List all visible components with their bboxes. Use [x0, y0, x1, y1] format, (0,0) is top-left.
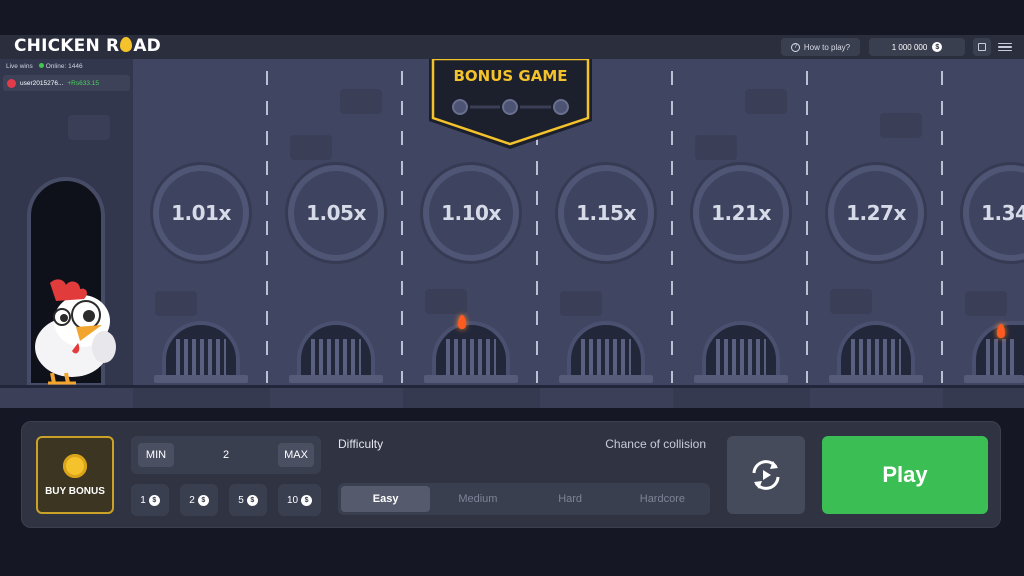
collision-chance-label: Chance of collision	[605, 437, 706, 451]
ground-tile	[0, 388, 133, 408]
game-app: CHICKEN R AD ? How to play? 1 000 000 $ L…	[0, 0, 1024, 576]
gold-coin-icon	[63, 453, 87, 478]
difficulty-label: Difficulty	[338, 437, 384, 451]
difficulty-selector: Easy Medium Hard Hardcore	[338, 483, 710, 515]
ground-tile	[540, 388, 673, 408]
balance-value: 1 000 000	[891, 42, 928, 52]
wall-brick	[155, 291, 197, 316]
wall-brick	[290, 135, 332, 160]
lane-divider	[401, 71, 403, 383]
win-amount: +Rs633.15	[67, 79, 99, 87]
vent-base	[424, 375, 518, 383]
bonus-progress-dot	[450, 97, 470, 117]
chicken-character-icon	[35, 279, 116, 385]
vent-base	[694, 375, 788, 383]
wall-brick	[560, 291, 602, 316]
wall-brick	[695, 135, 737, 160]
wall-brick	[745, 89, 787, 114]
quick-bet-10[interactable]: 10 $	[278, 484, 321, 516]
bet-amount-input: MIN 2 MAX	[131, 436, 321, 474]
lane-divider	[806, 71, 808, 383]
difficulty-hardcore[interactable]: Hardcore	[618, 486, 707, 512]
live-wins-label: Live wins	[6, 62, 33, 70]
logo-text-start: CHICKEN R	[14, 36, 120, 56]
dollar-coin-icon: $	[148, 494, 160, 506]
menu-icon	[998, 42, 1012, 45]
avatar	[7, 78, 16, 88]
bonus-game-title: BONUS GAME	[453, 67, 568, 85]
logo-text-end: AD	[133, 36, 161, 56]
wall-brick	[340, 89, 382, 114]
live-wins-bar: Live wins Online: 1446	[0, 59, 133, 73]
wall-brick	[880, 113, 922, 138]
buy-bonus-button[interactable]: BUY BONUS	[36, 436, 114, 514]
wall-brick	[68, 115, 110, 140]
sewer-vent	[567, 321, 645, 381]
wall-brick	[830, 289, 872, 314]
online-count: Online: 1446	[38, 62, 83, 70]
fullscreen-icon	[978, 43, 986, 51]
lane-divider	[671, 71, 673, 383]
quick-bet-5[interactable]: 5 $	[229, 484, 267, 516]
vent-base	[559, 375, 653, 383]
sewer-vent	[837, 321, 915, 381]
fire-icon	[997, 324, 1005, 338]
random-play-button[interactable]	[727, 436, 805, 514]
menu-button[interactable]	[998, 39, 1012, 55]
bet-max-button[interactable]: MAX	[278, 443, 314, 467]
dollar-coin-icon: $	[197, 494, 209, 506]
multiplier-lane-2: 1.05x	[288, 165, 384, 261]
multiplier-lane-7: 1.34x	[963, 165, 1024, 261]
sewer-vent	[297, 321, 375, 381]
play-button[interactable]: Play	[822, 436, 988, 514]
bet-value[interactable]: 2	[191, 443, 261, 467]
ground-tile	[810, 388, 943, 408]
sewer-vent	[162, 321, 240, 381]
live-win-item: user2015276... +Rs633.15	[3, 75, 130, 91]
sewer-vent	[702, 321, 780, 381]
ground-tile	[270, 388, 403, 408]
difficulty-easy[interactable]: Easy	[341, 486, 431, 512]
dollar-coin-icon: $	[246, 494, 258, 506]
online-dot-icon	[38, 62, 44, 68]
dollar-coin-icon: $	[301, 494, 313, 506]
lane-divider	[266, 71, 268, 383]
fullscreen-button[interactable]	[973, 38, 991, 56]
vent-base	[829, 375, 923, 383]
top-bar: CHICKEN R AD ? How to play? 1 000 000 $	[0, 35, 1024, 59]
difficulty-medium[interactable]: Medium	[433, 486, 522, 512]
multiplier-lane-6: 1.27x	[828, 165, 924, 261]
fire-icon	[458, 315, 466, 329]
quick-bet-1[interactable]: 1 $	[131, 484, 169, 516]
balance-display: 1 000 000 $	[869, 38, 965, 56]
how-to-play-label: How to play?	[803, 42, 851, 52]
wall-brick	[965, 291, 1007, 316]
lane-divider	[941, 71, 943, 383]
multiplier-lane-4: 1.15x	[558, 165, 654, 261]
buy-bonus-label: BUY BONUS	[45, 485, 105, 497]
dollar-coin-icon: $	[932, 42, 943, 52]
multiplier-lane-3: 1.10x	[423, 165, 519, 261]
refresh-icon	[752, 460, 780, 490]
multiplier-lane-1: 1.01x	[153, 165, 249, 261]
game-logo: CHICKEN R AD	[14, 36, 161, 56]
bonus-game-banner: BONUS GAME	[427, 59, 594, 151]
control-panel: BUY BONUS MIN 2 MAX 1 $ 2 $ 5 $ 10 $ Difficu…	[21, 421, 1001, 528]
vent-base	[289, 375, 383, 383]
question-icon: ?	[790, 42, 800, 52]
vent-base	[154, 375, 248, 383]
win-username: user2015276...	[20, 79, 64, 87]
how-to-play-button[interactable]: ? How to play?	[781, 38, 860, 56]
sewer-vent	[432, 321, 510, 381]
multiplier-lane-5: 1.21x	[693, 165, 789, 261]
vent-base	[964, 375, 1024, 383]
bonus-progress-dot	[500, 97, 520, 117]
bonus-progress-dot	[551, 97, 571, 117]
game-scene: Live wins Online: 1446 user2015276... +R…	[0, 59, 1024, 408]
quick-bet-2[interactable]: 2 $	[180, 484, 218, 516]
wall-brick	[425, 289, 467, 314]
difficulty-hard[interactable]: Hard	[526, 486, 615, 512]
bet-min-button[interactable]: MIN	[138, 443, 174, 467]
egg-icon	[120, 37, 133, 52]
